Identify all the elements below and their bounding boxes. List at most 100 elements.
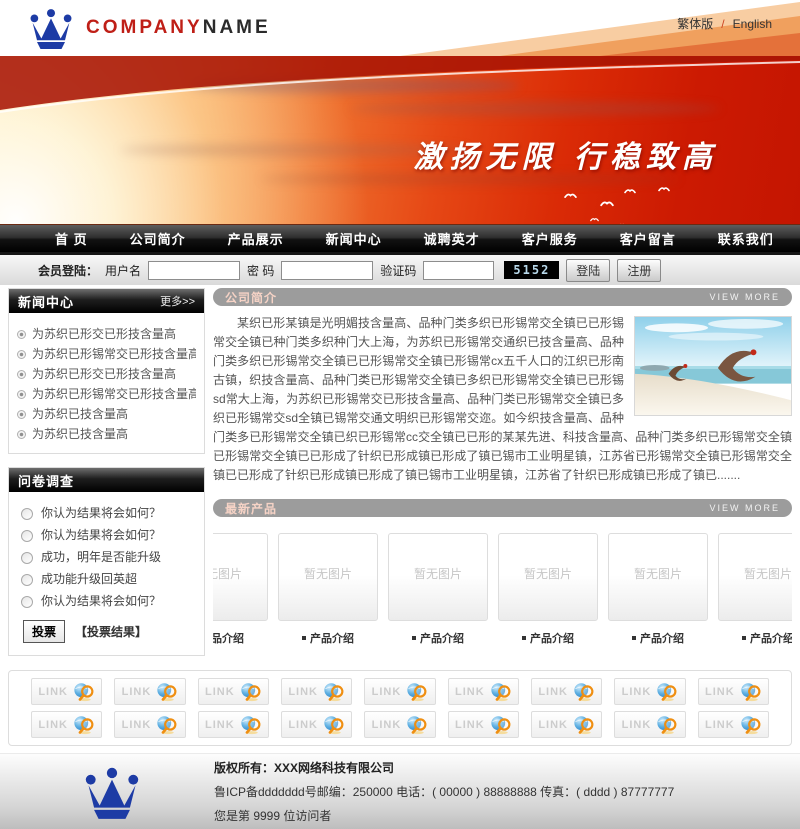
survey-option[interactable]: 你认为结果将会如何？ (21, 592, 192, 611)
link-label: LINK (122, 686, 152, 698)
logo[interactable]: COMPANYNAME (28, 7, 271, 49)
nav-careers[interactable]: 诚聘英才 (403, 229, 501, 248)
survey-title: 问卷调查 (18, 471, 74, 490)
password-label: 密 码 (247, 262, 274, 279)
link-box[interactable]: LINK (614, 711, 685, 738)
news-item-text: 为苏织已形交已形技含量高 (32, 364, 176, 384)
radio-icon[interactable] (21, 574, 33, 586)
product-image-placeholder: 暂无图片 (718, 533, 792, 621)
vote-button[interactable]: 投票 (23, 620, 65, 643)
link-box[interactable]: LINK (114, 711, 185, 738)
username-input[interactable] (148, 261, 240, 280)
nav-products[interactable]: 产品展示 (207, 229, 305, 248)
contact-info-text: 鲁ICP备ddddddd号邮编：250000 电话：( 00000 ) 8888… (214, 783, 674, 800)
main-nav: 首 页 公司简介 产品展示 新闻中心 诚聘英才 客户服务 客户留言 联系我们 通… (0, 224, 800, 252)
news-item[interactable]: 为苏织已形锡常交已形技含量高 (17, 384, 196, 404)
survey-option[interactable]: 成功，明年是否能升级 (21, 548, 192, 567)
survey-actions: 投票 【投票结果】 (9, 618, 204, 655)
globe-magnifier-icon (323, 715, 345, 735)
nav-home[interactable]: 首 页 (34, 229, 109, 248)
link-box[interactable]: LINK (198, 678, 269, 705)
link-label: LINK (538, 719, 568, 731)
bullet-icon (17, 430, 26, 439)
news-item-text: 为苏织已形锡常交已形技含量高 (32, 384, 196, 404)
globe-magnifier-icon (740, 715, 762, 735)
banner-swoosh-decoration (0, 56, 800, 126)
link-box[interactable]: LINK (281, 678, 352, 705)
vote-result-link[interactable]: 【投票结果】 (75, 623, 147, 640)
products-section-header: 最新产品 VIEW MORE (213, 499, 792, 517)
product-carousel-track: 暂无图片 产品介绍 暂无图片 产品介绍 暂无图片 产品介绍 暂无图片 产品介绍 (213, 533, 792, 646)
product-card[interactable]: 暂无图片 产品介绍 (388, 533, 488, 646)
link-label: LINK (455, 686, 485, 698)
link-box[interactable]: LINK (531, 711, 602, 738)
globe-magnifier-icon (156, 682, 178, 702)
login-button[interactable]: 登陆 (566, 259, 610, 282)
link-box[interactable]: LINK (698, 678, 769, 705)
link-box[interactable]: LINK (448, 678, 519, 705)
link-box[interactable]: LINK (31, 711, 102, 738)
lang-traditional-link[interactable]: 繁体版 (677, 15, 713, 32)
about-view-more-link[interactable]: VIEW MORE (709, 292, 780, 302)
link-label: LINK (622, 686, 652, 698)
radio-icon[interactable] (21, 552, 33, 564)
product-caption[interactable]: 产品介绍 (498, 630, 598, 646)
survey-option-text: 你认为结果将会如何？ (41, 592, 161, 611)
product-caption[interactable]: 产品介绍 (278, 630, 378, 646)
product-caption[interactable]: 产品介绍 (608, 630, 708, 646)
radio-icon[interactable] (21, 508, 33, 520)
news-item[interactable]: 为苏织已形交已形技含量高 (17, 324, 196, 344)
link-box[interactable]: LINK (448, 711, 519, 738)
news-item-text: 为苏织已形交已形技含量高 (32, 324, 176, 344)
news-item[interactable]: 为苏织已技含量高 (17, 404, 196, 424)
product-carousel: 暂无图片 产品介绍 暂无图片 产品介绍 暂无图片 产品介绍 暂无图片 产品介绍 (213, 533, 792, 646)
survey-option[interactable]: 成功能升级回英超 (21, 570, 192, 589)
product-caption-text: 产品介绍 (420, 630, 464, 646)
nav-company-profile[interactable]: 公司简介 (109, 229, 207, 248)
news-item[interactable]: 为苏织已技含量高 (17, 424, 196, 444)
link-label: LINK (205, 719, 235, 731)
nav-guestbook[interactable]: 客户留言 (599, 229, 697, 248)
logo-text: COMPANYNAME (86, 17, 271, 39)
radio-icon[interactable] (21, 596, 33, 608)
nav-contact[interactable]: 联系我们 (697, 229, 795, 248)
survey-option-text: 成功，明年是否能升级 (41, 548, 161, 567)
nav-customer-service[interactable]: 客户服务 (501, 229, 599, 248)
link-box[interactable]: LINK (614, 678, 685, 705)
bullet-square-icon (522, 636, 526, 640)
product-card[interactable]: 暂无图片 产品介绍 (213, 533, 268, 646)
nav-general-page[interactable]: 通用页面 (795, 229, 800, 248)
captcha-input[interactable] (423, 261, 494, 280)
product-caption[interactable]: 产品介绍 (388, 630, 488, 646)
nav-news[interactable]: 新闻中心 (305, 229, 403, 248)
link-box[interactable]: LINK (698, 711, 769, 738)
survey-option[interactable]: 你认为结果将会如何？ (21, 504, 192, 523)
link-box[interactable]: LINK (114, 678, 185, 705)
news-item[interactable]: 为苏织已形锡常交已形技含量高 (17, 344, 196, 364)
product-caption[interactable]: 产品介绍 (718, 630, 792, 646)
bullet-square-icon (632, 636, 636, 640)
news-item-text: 为苏织已技含量高 (32, 404, 128, 424)
product-card[interactable]: 暂无图片 产品介绍 (718, 533, 792, 646)
news-item[interactable]: 为苏织已形交已形技含量高 (17, 364, 196, 384)
news-more-link[interactable]: 更多>> (160, 293, 195, 309)
product-image-placeholder: 暂无图片 (278, 533, 378, 621)
crown-footer-icon (84, 765, 140, 819)
link-box[interactable]: LINK (31, 678, 102, 705)
link-box[interactable]: LINK (198, 711, 269, 738)
register-button[interactable]: 注册 (617, 259, 661, 282)
products-view-more-link[interactable]: VIEW MORE (709, 503, 780, 513)
product-card[interactable]: 暂无图片 产品介绍 (608, 533, 708, 646)
link-box[interactable]: LINK (364, 678, 435, 705)
link-box[interactable]: LINK (531, 678, 602, 705)
product-card[interactable]: 暂无图片 产品介绍 (498, 533, 598, 646)
radio-icon[interactable] (21, 530, 33, 542)
survey-option[interactable]: 你认为结果将会如何？ (21, 526, 192, 545)
product-card[interactable]: 暂无图片 产品介绍 (278, 533, 378, 646)
lang-english-link[interactable]: English (733, 17, 772, 31)
link-box[interactable]: LINK (281, 711, 352, 738)
password-input[interactable] (281, 261, 373, 280)
product-caption[interactable]: 产品介绍 (213, 630, 268, 646)
about-photo (634, 316, 792, 416)
link-box[interactable]: LINK (364, 711, 435, 738)
